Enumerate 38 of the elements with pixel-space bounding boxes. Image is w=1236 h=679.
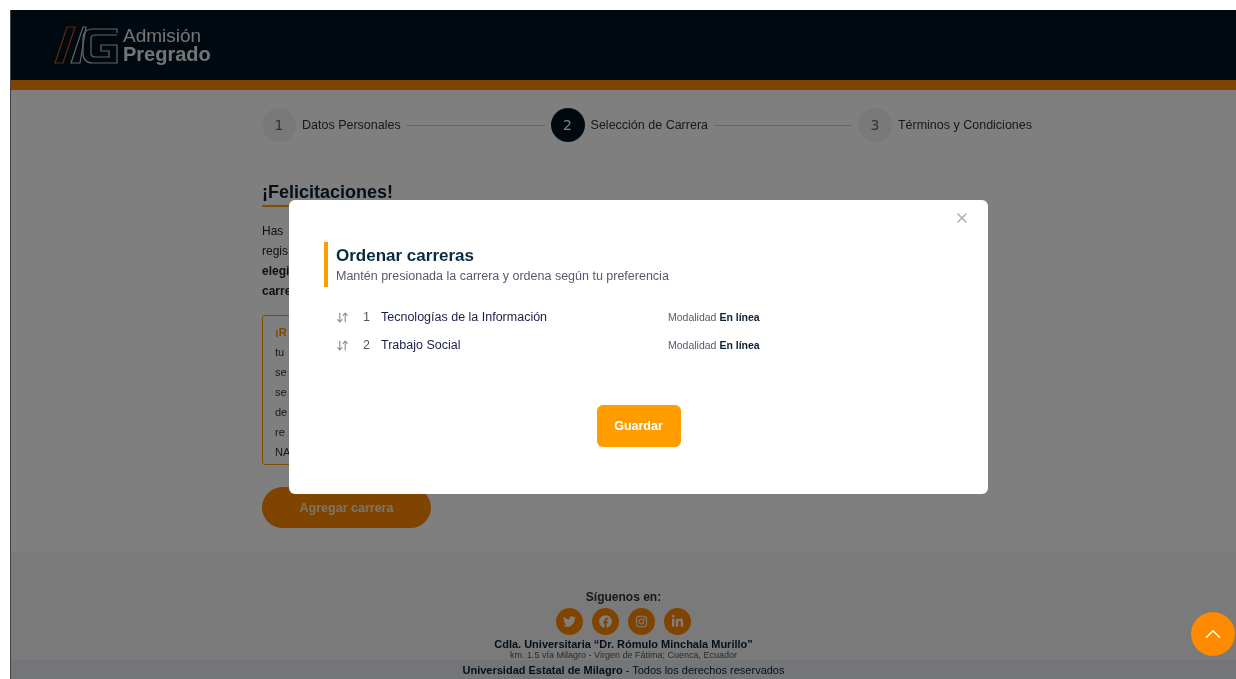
notice-text: se — [275, 385, 287, 400]
intro-text: regis — [262, 243, 288, 260]
address-text: km. 1.5 vía Milagro - Virgen de Fátima; Cuenca, Ecuador — [510, 650, 737, 661]
step-label: Datos Personales — [302, 118, 401, 132]
notice-text: tu — [275, 345, 285, 360]
save-button[interactable]: Guardar — [596, 405, 681, 447]
step-label: Términos y Condiciones — [897, 118, 1032, 132]
sort-arrows-icon[interactable] — [336, 338, 349, 352]
linkedin-icon[interactable] — [664, 608, 691, 635]
copyright-text: Universidad Estatal de Milagro - Todos los derechos reservados — [462, 663, 785, 676]
career-name: Tecnologías de la Información — [381, 310, 549, 324]
instagram-icon[interactable] — [628, 608, 655, 635]
career-name: Trabajo Social — [381, 338, 462, 352]
modal-title: Ordenar carreras — [336, 246, 475, 266]
career-modality: Modalidad En línea — [668, 311, 760, 323]
intro-text: Has — [262, 223, 284, 240]
career-position: 2 — [363, 338, 371, 352]
intro-text: elegi — [262, 263, 290, 280]
step-number[interactable]: 3 — [857, 108, 892, 142]
step-number[interactable]: 1 — [262, 108, 296, 142]
step-label: Selección de Carrera — [590, 118, 708, 132]
career-modality: Modalidad En línea — [668, 339, 760, 351]
notice-text: de — [275, 405, 288, 420]
notice-text: se — [275, 365, 287, 380]
notice-text: re — [275, 425, 285, 440]
sort-arrows-icon[interactable] — [336, 310, 349, 324]
step-number[interactable]: 2 — [550, 108, 585, 142]
twitter-icon[interactable] — [556, 608, 583, 635]
logo-title: Admisión — [123, 26, 203, 45]
notice-text: NA — [275, 445, 291, 460]
notice-title: ¡R — [275, 325, 287, 340]
facebook-icon[interactable] — [592, 608, 619, 635]
follow-label: Síguenos en: — [585, 590, 662, 604]
logo-icon — [53, 25, 119, 65]
modal-subtitle: Mantén presionada la carrera y ordena según tu preferencia — [336, 269, 670, 283]
career-position: 1 — [363, 310, 371, 324]
address-text: Cdla. Universitaria “Dr. Rómulo Minchala Murillo” — [494, 638, 753, 650]
logo-subtitle: Pregrado — [123, 45, 211, 64]
